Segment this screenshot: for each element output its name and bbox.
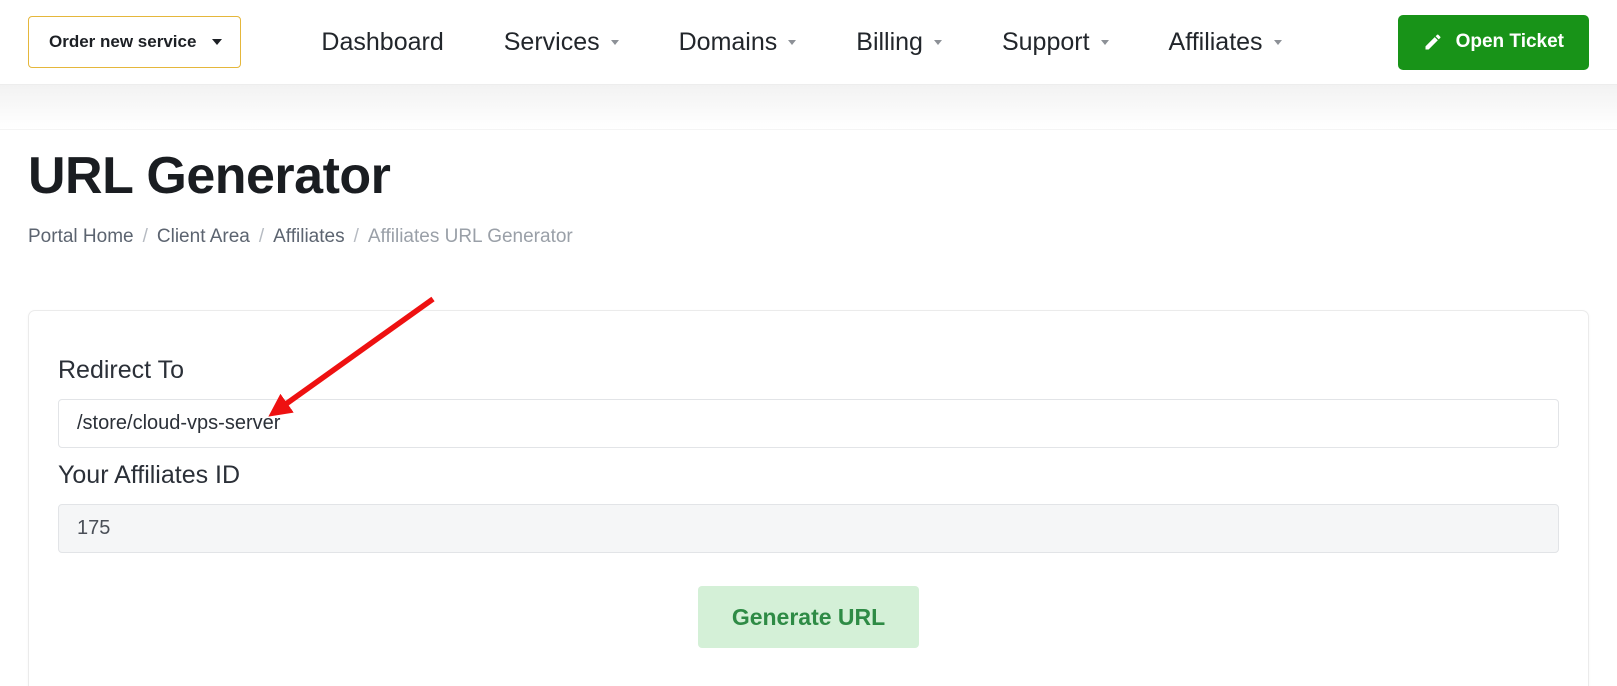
breadcrumb-item-client-area[interactable]: Client Area	[157, 226, 250, 248]
breadcrumb-item-portal-home[interactable]: Portal Home	[28, 226, 134, 248]
breadcrumb-item-affiliates[interactable]: Affiliates	[273, 226, 344, 248]
nav-item-affiliates-label: Affiliates	[1168, 27, 1263, 56]
open-ticket-label: Open Ticket	[1455, 31, 1564, 52]
nav-item-billing[interactable]: Billing	[826, 28, 972, 57]
pencil-icon	[1425, 34, 1441, 50]
header-gradient-band	[0, 85, 1617, 130]
chevron-down-icon	[1100, 39, 1109, 45]
chevron-down-icon	[610, 39, 619, 45]
primary-nav: Dashboard Services Domains Billing Suppo…	[291, 28, 1311, 57]
affiliate-id-input[interactable]	[58, 504, 1559, 554]
top-navbar: Order new service Dashboard Services Dom…	[0, 0, 1617, 85]
affiliate-id-label: Your Affiliates ID	[58, 461, 241, 490]
breadcrumb: Portal Home / Client Area / Affiliates /…	[28, 226, 1589, 248]
url-generator-card: Redirect To Your Affiliates ID Generate …	[28, 310, 1589, 686]
page-title: URL Generator	[28, 147, 391, 205]
nav-item-services-label: Services	[503, 27, 600, 56]
nav-item-domains[interactable]: Domains	[649, 28, 827, 57]
nav-item-support[interactable]: Support	[972, 28, 1139, 57]
chevron-down-icon	[933, 39, 942, 45]
nav-item-domains-label: Domains	[678, 27, 778, 56]
breadcrumb-separator: /	[353, 226, 359, 248]
redirect-to-input[interactable]	[58, 399, 1559, 449]
nav-item-affiliates[interactable]: Affiliates	[1139, 28, 1312, 57]
order-new-service-label: Order new service	[49, 32, 197, 51]
form-actions: Generate URL	[58, 586, 1559, 649]
breadcrumb-separator: /	[258, 226, 265, 248]
page-header: URL Generator Portal Home / Client Area …	[0, 130, 1617, 249]
nav-item-dashboard[interactable]: Dashboard	[291, 28, 473, 57]
order-new-service-button[interactable]: Order new service	[28, 16, 242, 68]
nav-item-dashboard-label: Dashboard	[321, 27, 444, 56]
breadcrumb-separator: /	[142, 226, 148, 248]
nav-item-services[interactable]: Services	[474, 28, 649, 57]
navbar-right-actions: Open Ticket	[1397, 14, 1589, 70]
chevron-down-icon	[1273, 39, 1282, 45]
main-content: Redirect To Your Affiliates ID Generate …	[0, 248, 1617, 686]
chevron-down-icon	[788, 39, 797, 45]
redirect-to-label: Redirect To	[58, 356, 184, 385]
nav-item-billing-label: Billing	[856, 27, 923, 56]
nav-item-support-label: Support	[1001, 27, 1090, 56]
chevron-down-icon	[212, 39, 223, 45]
breadcrumb-item-current: Affiliates URL Generator	[367, 226, 573, 248]
generate-url-button[interactable]: Generate URL	[697, 586, 920, 649]
open-ticket-button[interactable]: Open Ticket	[1397, 14, 1589, 70]
